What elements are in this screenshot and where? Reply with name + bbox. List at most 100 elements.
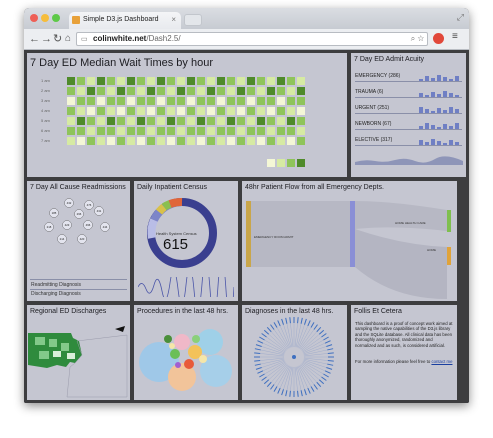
diagnosis-leaf[interactable] — [304, 389, 307, 396]
new-tab-button[interactable] — [184, 14, 202, 26]
diagnosis-leaf[interactable] — [261, 333, 267, 338]
acuity-label: EMERGENCY (286) — [355, 73, 401, 79]
diagnosis-leaf[interactable] — [327, 352, 334, 354]
diagnosis-leaf[interactable] — [255, 344, 262, 347]
diagnosis-leaf[interactable] — [263, 379, 270, 385]
heatmap-cell — [257, 107, 265, 115]
search-star-icons[interactable]: ⌕ ☆ — [411, 33, 424, 45]
back-icon[interactable]: ← — [29, 31, 40, 47]
diagnosis-branch — [303, 357, 328, 361]
diagnosis-leaf[interactable] — [297, 390, 299, 397]
heatmap-cell — [177, 87, 185, 95]
diagnosis-leaf[interactable] — [285, 390, 288, 397]
heatmap-cell — [77, 87, 85, 95]
heatmap-cell — [277, 127, 285, 135]
diagnosis-leaf[interactable] — [318, 329, 325, 335]
heatmap-cell — [117, 117, 125, 125]
diagnosis-leaf[interactable] — [313, 324, 318, 330]
diagnosis-leaf[interactable] — [254, 360, 261, 362]
heatmap-cell — [187, 117, 195, 125]
diagnosis-branch — [298, 327, 312, 349]
diagnosis-leaf[interactable] — [270, 384, 275, 390]
diagnosis-leaf[interactable] — [259, 336, 265, 341]
diagnosis-branch — [264, 339, 286, 353]
url-path: /Dash2.5/ — [146, 34, 181, 43]
diagnosis-leaf[interactable] — [263, 329, 270, 335]
forward-icon[interactable]: → — [41, 31, 52, 47]
diagnosis-leaf[interactable] — [318, 379, 325, 385]
heatmap-cell — [297, 117, 305, 125]
home-icon[interactable]: ⌂ — [65, 31, 71, 47]
diagnosis-leaf[interactable] — [273, 386, 278, 392]
heatmap-cell — [87, 87, 95, 95]
diagnosis-leaf[interactable] — [254, 363, 261, 366]
diagnosis-leaf[interactable] — [285, 317, 288, 324]
diagnosis-leaf[interactable] — [289, 390, 291, 397]
heatmap-cell — [117, 137, 125, 145]
diagnosis-branch — [264, 361, 286, 375]
diagnosis-leaf[interactable] — [300, 317, 303, 324]
diagnosis-leaf[interactable] — [326, 344, 333, 347]
fullscreen-icon[interactable]: ⤢ — [457, 12, 464, 23]
close-window-button[interactable] — [30, 14, 38, 22]
diagnosis-leaf[interactable] — [254, 348, 261, 351]
diagnosis-leaf[interactable] — [257, 370, 264, 374]
diagnosis-leaf[interactable] — [327, 360, 334, 362]
diagnosis-leaf[interactable] — [257, 340, 264, 344]
diagnosis-leaf[interactable] — [289, 317, 291, 324]
diagnosis-leaf[interactable] — [266, 326, 272, 333]
diagnosis-leaf[interactable] — [323, 373, 329, 378]
diagnosis-leaf[interactable] — [324, 370, 331, 374]
minimize-window-button[interactable] — [41, 14, 49, 22]
heatmap-cell — [107, 117, 115, 125]
diagnosis-leaf[interactable] — [321, 333, 327, 338]
diagnosis-branch — [301, 334, 320, 351]
diagnosis-leaf[interactable] — [261, 376, 267, 381]
diagnosis-leaf[interactable] — [281, 389, 284, 396]
diagnosis-leaf[interactable] — [326, 367, 333, 370]
zoom-window-button[interactable] — [52, 14, 60, 22]
heatmap-cell — [127, 137, 135, 145]
reload-icon[interactable]: ↻ — [53, 31, 62, 47]
diagnosis-leaf[interactable] — [304, 318, 307, 325]
diagnosis-leaf[interactable] — [323, 336, 329, 341]
diagnosis-leaf[interactable] — [254, 352, 261, 354]
diagnosis-leaf[interactable] — [307, 320, 311, 327]
diagnosis-branch — [260, 353, 285, 357]
diagnosis-leaf[interactable] — [327, 363, 334, 366]
diagnosis-leaf[interactable] — [310, 386, 315, 392]
heatmap-cell — [87, 117, 95, 125]
diagnosis-leaf[interactable] — [307, 387, 311, 394]
heatmap-cell — [247, 127, 255, 135]
diagnosis-leaf[interactable] — [313, 384, 318, 390]
tab-close-icon[interactable]: × — [171, 15, 176, 24]
diagnosis-leaf[interactable] — [310, 322, 315, 328]
heatmap-cell — [137, 137, 145, 145]
diagnosis-leaf[interactable] — [300, 390, 303, 397]
diagnosis-leaf[interactable] — [277, 320, 281, 327]
diagnosis-leaf[interactable] — [277, 387, 281, 394]
diagnosis-leaf[interactable] — [266, 381, 272, 388]
diagnosis-leaf[interactable] — [321, 376, 327, 381]
address-bar[interactable]: ▭ colinwhite.net/Dash2.5/ ⌕ ☆ — [76, 32, 428, 46]
extension-icon[interactable] — [433, 33, 444, 44]
diagnosis-leaf[interactable] — [297, 317, 299, 324]
contact-link[interactable]: contact me — [431, 359, 452, 364]
diagnosis-leaf[interactable] — [255, 367, 262, 370]
diagnosis-leaf[interactable] — [270, 324, 275, 330]
diagnosis-leaf[interactable] — [281, 318, 284, 325]
heatmap-cell — [237, 137, 245, 145]
menu-icon[interactable]: ≡ — [452, 31, 458, 42]
diagnosis-leaf[interactable] — [316, 381, 322, 388]
acuity-bar — [419, 107, 423, 113]
diagnosis-leaf[interactable] — [324, 340, 331, 344]
diagnosis-leaf[interactable] — [259, 373, 265, 378]
heatmap-cell — [147, 97, 155, 105]
diagnosis-leaf[interactable] — [273, 322, 278, 328]
readmit-bubble-label: 496 — [86, 223, 91, 227]
diagnosis-leaf[interactable] — [327, 348, 334, 351]
browser-tab[interactable]: Simple D3.js Dashboard × — [69, 12, 181, 29]
acuity-bar — [425, 123, 429, 129]
diagnosis-leaf[interactable] — [316, 326, 322, 333]
heatmap-cell — [147, 137, 155, 145]
